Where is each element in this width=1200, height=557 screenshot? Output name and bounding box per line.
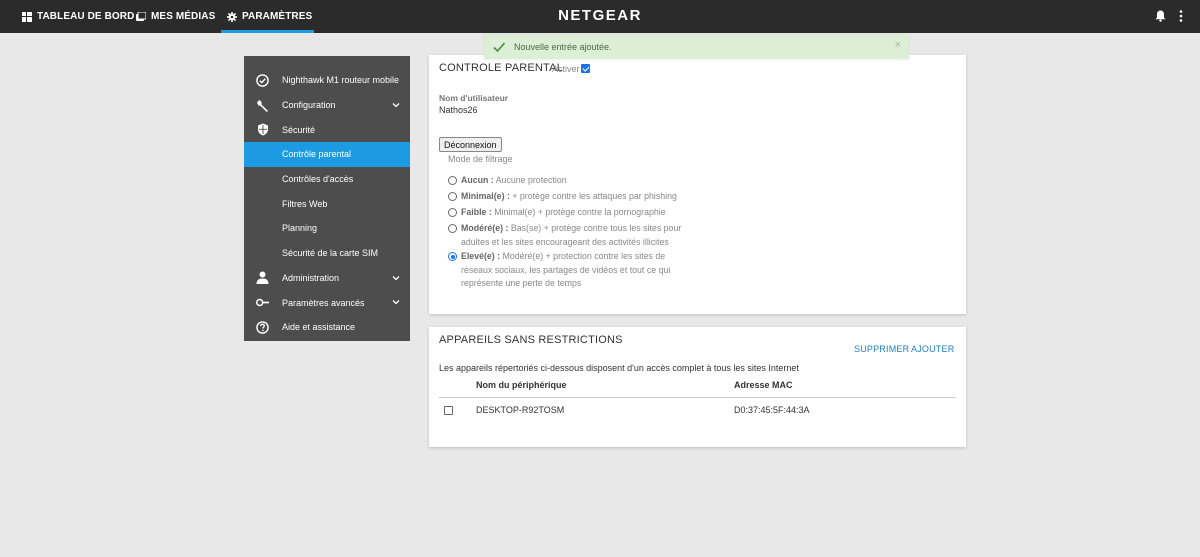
add-link[interactable]: AJOUTER <box>911 344 954 354</box>
more-vertical-icon[interactable] <box>1174 9 1188 23</box>
key-icon <box>256 296 269 309</box>
person-icon <box>256 271 269 285</box>
filter-option-low[interactable]: Faible : Minimal(e) + protège contre la … <box>448 206 688 220</box>
sidebar-item-configuration[interactable]: Configuration <box>244 93 410 118</box>
toast-close-icon[interactable]: × <box>895 39 901 51</box>
radio-button-selected[interactable] <box>448 252 457 261</box>
option-desc: + protège contre les attaques par phishi… <box>509 191 677 201</box>
mac-address-cell: D0:37:45:5F:44:3A <box>734 405 810 415</box>
option-name: Modéré(e) : <box>461 223 509 233</box>
netgear-logo[interactable]: NETGEAR <box>558 7 642 24</box>
radio-button[interactable] <box>448 224 457 233</box>
sidebar-item-administration[interactable]: Administration <box>244 266 410 291</box>
sidebar-item-device[interactable]: Nighthawk M1 routeur mobile <box>244 68 410 93</box>
filter-option-minimal[interactable]: Minimal(e) : + protège contre les attaqu… <box>448 190 688 204</box>
sidebar-item-label: Administration <box>282 272 340 283</box>
media-icon <box>136 11 146 21</box>
sidebar-item-access-control[interactable]: Contrôles d'accès <box>244 167 410 192</box>
sidebar-item-advanced-settings[interactable]: Paramètres avancés <box>244 290 410 315</box>
row-checkbox[interactable] <box>444 406 453 415</box>
help-icon <box>256 320 269 334</box>
check-circle-icon <box>256 74 269 87</box>
radio-button[interactable] <box>448 192 457 201</box>
option-desc: Minimal(e) + protège contre la pornograp… <box>491 207 666 217</box>
sidebar-item-label: Sécurité <box>282 124 316 135</box>
username-label: Nom d'utilisateur <box>439 93 509 103</box>
filter-option-none[interactable]: Aucun : Aucune protection <box>448 174 688 188</box>
shield-icon <box>256 123 269 136</box>
success-toast: Nouvelle entrée ajoutée. × <box>484 34 909 59</box>
chevron-down-icon <box>392 275 400 280</box>
column-header-device-name: Nom du périphérique <box>476 380 567 390</box>
toast-message: Nouvelle entrée ajoutée. <box>514 41 612 52</box>
unrestricted-devices-card: APPAREILS SANS RESTRICTIONS SUPPRIMER AJ… <box>429 327 966 447</box>
check-icon <box>493 41 506 52</box>
sidebar-item-label: Planning <box>282 223 318 234</box>
table-divider <box>439 397 956 398</box>
sidebar-item-label: Paramètres avancés <box>282 297 365 308</box>
nav-media[interactable]: MES MÉDIAS <box>136 0 215 33</box>
chevron-down-icon <box>392 102 400 108</box>
sidebar-item-parental-control[interactable]: Contrôle parental <box>244 142 410 167</box>
delete-link[interactable]: SUPPRIMER <box>854 344 909 354</box>
nav-media-label: MES MÉDIAS <box>151 11 216 22</box>
radio-button[interactable] <box>448 176 457 185</box>
username-value: Nathos26 <box>439 105 478 115</box>
sidebar-item-label: Nighthawk M1 routeur mobile <box>282 75 400 86</box>
enable-checkbox[interactable] <box>581 64 590 73</box>
sidebar-item-label: Filtres Web <box>282 198 328 209</box>
sidebar-item-label: Contrôles d'accès <box>282 174 354 185</box>
column-header-mac: Adresse MAC <box>734 380 793 390</box>
option-name: Elevé(e) : <box>461 251 501 261</box>
nav-active-indicator <box>221 30 314 33</box>
unrestricted-description: Les appareils répertoriés ci-dessous dis… <box>439 363 799 373</box>
option-desc: Aucune protection <box>493 175 567 185</box>
option-name: Faible : <box>461 207 492 217</box>
sidebar-item-help[interactable]: Aide et assistance <box>244 315 410 340</box>
sidebar: Nighthawk M1 routeur mobile Configuratio… <box>244 56 410 341</box>
sidebar-item-sim-security[interactable]: Sécurité de la carte SIM <box>244 241 410 266</box>
sidebar-item-label: Contrôle parental <box>282 149 352 160</box>
parental-control-title: CONTROLE PARENTAL <box>439 62 564 74</box>
chevron-down-icon <box>392 300 400 305</box>
logout-button[interactable]: Déconnexion <box>439 137 502 152</box>
grid-icon <box>22 11 32 22</box>
filter-option-high[interactable]: Elevé(e) : Modéré(e) + protection contre… <box>448 250 688 291</box>
option-name: Minimal(e) : <box>461 191 510 201</box>
wrench-icon <box>256 99 269 112</box>
sidebar-item-label: Configuration <box>282 100 336 111</box>
unrestricted-devices-title: APPAREILS SANS RESTRICTIONS <box>439 334 623 346</box>
enable-label: Activer <box>552 64 580 74</box>
parental-control-card: CONTROLE PARENTAL Activer Nom d'utilisat… <box>429 55 966 314</box>
sidebar-item-web-filters[interactable]: Filtres Web <box>244 191 410 216</box>
filter-mode-label: Mode de filtrage <box>448 154 513 164</box>
filter-option-moderate[interactable]: Modéré(e) : Bas(se) + protège contre tou… <box>448 222 688 249</box>
radio-button[interactable] <box>448 208 457 217</box>
sidebar-item-planning[interactable]: Planning <box>244 216 410 241</box>
sidebar-item-label: Sécurité de la carte SIM <box>282 248 379 259</box>
nav-dashboard[interactable]: TABLEAU DE BORD <box>22 0 134 33</box>
top-navigation-bar: TABLEAU DE BORD MES MÉDIAS PARAMÈTRES NE… <box>0 0 1200 33</box>
sidebar-item-label: Aide et assistance <box>282 322 356 333</box>
bell-icon[interactable] <box>1153 9 1167 23</box>
option-name: Aucun : <box>461 175 494 185</box>
nav-dashboard-label: TABLEAU DE BORD <box>37 11 135 22</box>
sidebar-item-security[interactable]: Sécurité <box>244 117 410 142</box>
gear-icon <box>227 11 237 22</box>
nav-settings-label: PARAMÈTRES <box>242 11 313 22</box>
nav-settings[interactable]: PARAMÈTRES <box>227 0 312 33</box>
device-name-cell: DESKTOP-R92TOSM <box>476 405 565 415</box>
